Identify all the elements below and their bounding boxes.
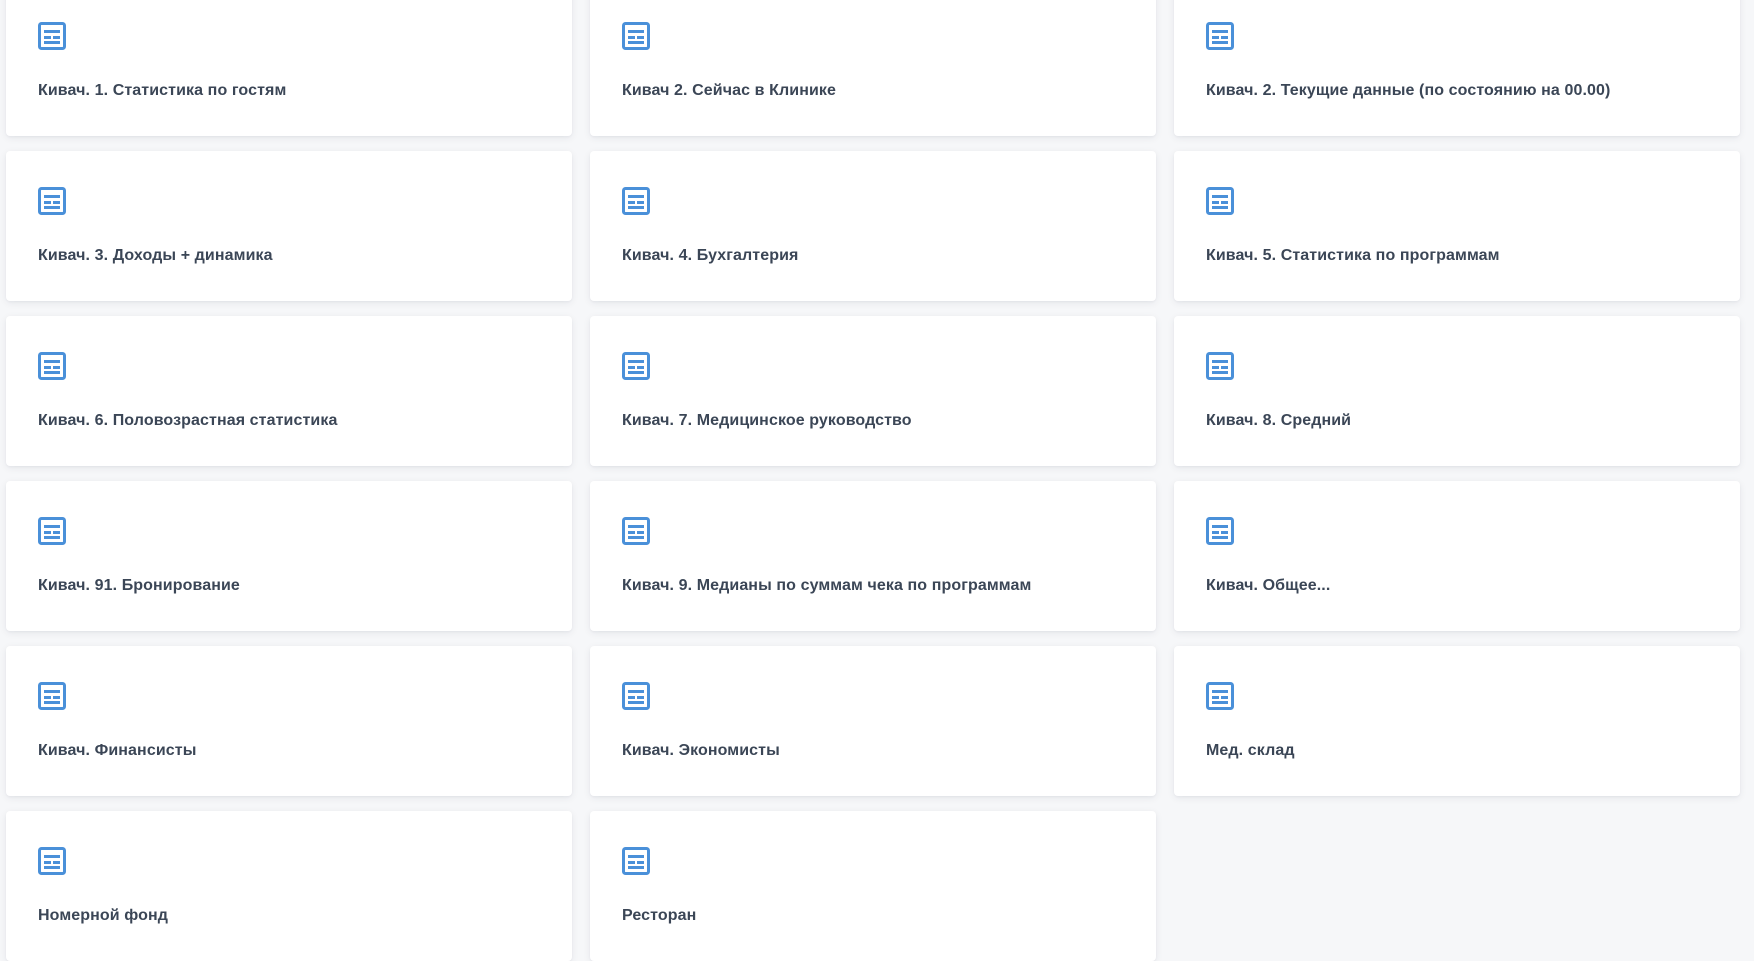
dashboard-table-icon [1206, 352, 1234, 380]
dashboard-title[interactable]: Кивач. 8. Средний [1206, 412, 1720, 430]
dashboard-title[interactable]: Кивач. 2. Текущие данные (по состоянию н… [1206, 82, 1720, 100]
dashboard-table-icon [622, 352, 650, 380]
dashboard-grid: Кивач. 1. Статистика по гостям Кивач 2. … [6, 0, 1740, 961]
dashboard-table-icon [38, 682, 66, 710]
dashboard-table-icon [38, 517, 66, 545]
dashboard-title[interactable]: Кивач. 3. Доходы + динамика [38, 247, 552, 265]
dashboard-card[interactable]: Кивач. Общее... [1174, 481, 1740, 631]
dashboard-card[interactable]: Кивач. 1. Статистика по гостям [6, 0, 572, 136]
dashboard-card[interactable]: Кивач. Финансисты [6, 646, 572, 796]
dashboard-title[interactable]: Кивач. Экономисты [622, 742, 1136, 760]
dashboard-card[interactable]: Кивач. Экономисты [590, 646, 1156, 796]
dashboard-card[interactable]: Кивач. 6. Половозрастная статистика [6, 316, 572, 466]
dashboard-card[interactable]: Кивач 2. Сейчас в Клинике [590, 0, 1156, 136]
dashboard-title[interactable]: Кивач. 1. Статистика по гостям [38, 82, 552, 100]
dashboard-table-icon [1206, 682, 1234, 710]
dashboard-title[interactable]: Кивач. 4. Бухгалтерия [622, 247, 1136, 265]
dashboard-title[interactable]: Кивач 2. Сейчас в Клинике [622, 82, 1136, 100]
dashboard-card[interactable]: Кивач. 9. Медианы по суммам чека по прог… [590, 481, 1156, 631]
dashboard-title[interactable]: Кивач. 6. Половозрастная статистика [38, 412, 552, 430]
dashboard-table-icon [38, 847, 66, 875]
dashboard-card[interactable]: Ресторан [590, 811, 1156, 961]
dashboard-title[interactable]: Кивач. Финансисты [38, 742, 552, 760]
dashboard-card[interactable]: Номерной фонд [6, 811, 572, 961]
dashboard-table-icon [622, 682, 650, 710]
dashboard-title[interactable]: Номерной фонд [38, 907, 552, 925]
dashboard-card[interactable]: Кивач. 3. Доходы + динамика [6, 151, 572, 301]
dashboard-table-icon [38, 22, 66, 50]
dashboard-title[interactable]: Кивач. Общее... [1206, 577, 1720, 595]
dashboard-table-icon [1206, 517, 1234, 545]
dashboard-title[interactable]: Кивач. 91. Бронирование [38, 577, 552, 595]
dashboard-table-icon [38, 187, 66, 215]
dashboard-card[interactable]: Кивач. 2. Текущие данные (по состоянию н… [1174, 0, 1740, 136]
dashboard-card[interactable]: Кивач. 8. Средний [1174, 316, 1740, 466]
dashboard-card[interactable]: Кивач. 5. Статистика по программам [1174, 151, 1740, 301]
dashboard-title[interactable]: Мед. склад [1206, 742, 1720, 760]
dashboard-card[interactable]: Кивач. 91. Бронирование [6, 481, 572, 631]
dashboard-title[interactable]: Ресторан [622, 907, 1136, 925]
dashboard-table-icon [1206, 187, 1234, 215]
dashboard-card[interactable]: Мед. склад [1174, 646, 1740, 796]
dashboard-card[interactable]: Кивач. 7. Медицинское руководство [590, 316, 1156, 466]
dashboard-table-icon [38, 352, 66, 380]
dashboard-title[interactable]: Кивач. 5. Статистика по программам [1206, 247, 1720, 265]
dashboard-table-icon [622, 187, 650, 215]
dashboard-title[interactable]: Кивач. 7. Медицинское руководство [622, 412, 1136, 430]
dashboard-title[interactable]: Кивач. 9. Медианы по суммам чека по прог… [622, 577, 1136, 595]
dashboard-card[interactable]: Кивач. 4. Бухгалтерия [590, 151, 1156, 301]
dashboard-table-icon [622, 517, 650, 545]
dashboard-table-icon [622, 22, 650, 50]
dashboard-table-icon [622, 847, 650, 875]
dashboard-table-icon [1206, 22, 1234, 50]
